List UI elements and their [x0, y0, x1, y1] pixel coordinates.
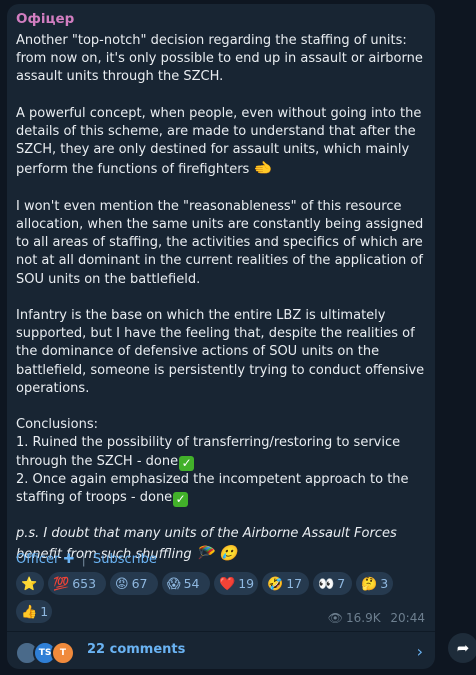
paragraph-3: I won't even mention the "reasonableness…	[16, 198, 424, 287]
plus-icon: ✚	[63, 552, 75, 567]
rofl-face-icon: 🤣	[267, 577, 284, 592]
paragraph-2: A powerful concept, when people, even wi…	[16, 105, 422, 178]
subscribe-link[interactable]: Subscribe	[93, 552, 157, 567]
reaction-hundred[interactable]: 💯 653	[48, 572, 106, 595]
paragraph-4: Infantry is the base on which the entire…	[16, 308, 425, 396]
share-icon[interactable]: ➦	[448, 633, 476, 663]
scream-face-icon: 😱	[167, 577, 181, 592]
parachute-emoji: 🪂	[195, 543, 215, 562]
conclusions: Conclusions: 1. Ruined the possibility o…	[16, 416, 428, 508]
commenter-avatar: T	[51, 641, 75, 665]
check-mark-icon: ✓	[179, 455, 195, 471]
reaction-star[interactable]: ⭐	[16, 572, 44, 595]
paragraph-1: Another "top-notch" decision regarding t…	[16, 33, 423, 85]
eye-icon: 👁	[327, 611, 343, 625]
smiling-tear-emoji: 🥲	[218, 543, 238, 562]
channel-post-bubble: Офіцер Another "top-notch" decision rega…	[7, 4, 435, 669]
heart-icon: ❤️	[219, 577, 236, 592]
post-meta: 👁 16.9K 20:44	[328, 611, 425, 625]
post-text: Another "top-notch" decision regarding t…	[16, 32, 428, 564]
reaction-angry[interactable]: 😡 67	[110, 572, 158, 595]
post-author[interactable]: Офіцер	[16, 11, 74, 27]
chevron-right-icon[interactable]: ›	[417, 642, 423, 661]
reaction-heart[interactable]: ❤️ 19	[214, 572, 258, 595]
angry-face-icon: 😡	[115, 577, 129, 592]
comments-label[interactable]: 22 comments	[87, 642, 185, 657]
conclusion-1: 1. Ruined the possibility of transferrin…	[16, 435, 401, 469]
reaction-rofl[interactable]: 🤣 17	[262, 572, 309, 595]
thumbs-up-icon: 👍	[21, 605, 38, 620]
conclusions-title: Conclusions:	[16, 417, 98, 433]
channel-link[interactable]: Officer	[16, 552, 59, 567]
thinking-face-icon: 🤔	[361, 577, 378, 592]
view-count: 16.9K	[345, 611, 381, 625]
reaction-thinking[interactable]: 🤔 3	[356, 572, 393, 595]
check-mark-icon: ✓	[173, 492, 189, 508]
channel-signature: Officer ✚ | Subscribe	[16, 552, 157, 567]
reaction-thumbs-up[interactable]: 👍 1	[16, 600, 52, 623]
eyes-icon: 👀	[318, 577, 335, 592]
comments-bar[interactable]: TS T 22 comments ›	[7, 632, 435, 669]
hand-emoji: 🫲	[253, 159, 273, 178]
hundred-icon: 💯	[53, 577, 70, 592]
reaction-scream[interactable]: 😱 54	[162, 572, 210, 595]
star-icon: ⭐	[21, 577, 38, 592]
reaction-eyes[interactable]: 👀 7	[313, 572, 352, 595]
post-time: 20:44	[390, 611, 425, 625]
signature-separator: |	[81, 552, 86, 567]
conclusion-2: 2. Once again emphasized the incompetent…	[16, 471, 409, 506]
